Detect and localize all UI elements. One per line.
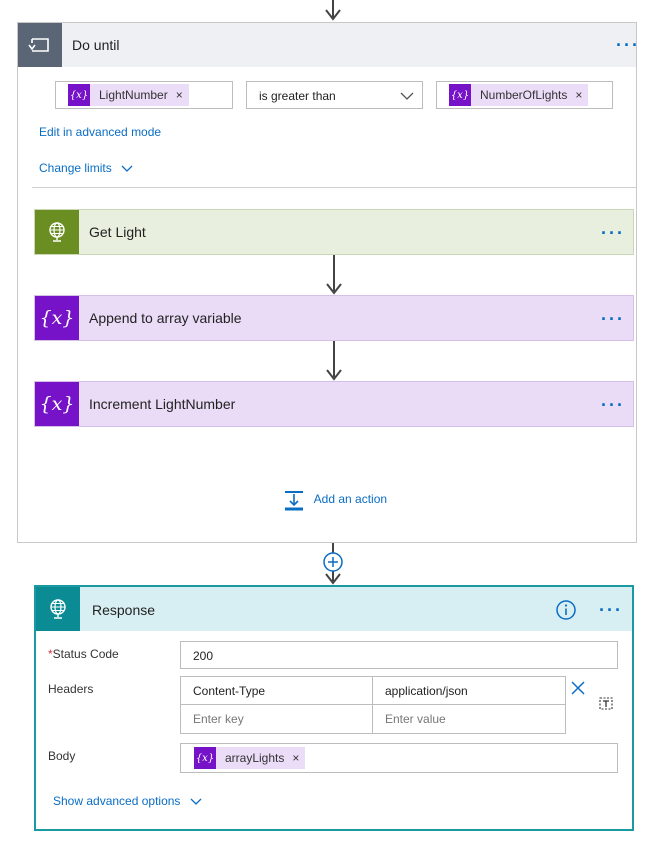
header-key-input[interactable]: Content-Type: [181, 677, 373, 705]
insert-step-icon[interactable]: [322, 551, 344, 573]
action-title: Get Light: [89, 224, 146, 240]
divider: [32, 187, 636, 188]
condition-right-field[interactable]: {x} NumberOfLights ×: [436, 81, 613, 109]
variable-token[interactable]: {x} NumberOfLights ×: [449, 84, 589, 106]
response-action: Response ··· *Status Code 200 Headers Co…: [34, 585, 634, 831]
token-label: LightNumber: [99, 88, 168, 102]
loop-icon: [18, 23, 62, 67]
action-get-light[interactable]: Get Light ···: [34, 209, 634, 255]
edit-advanced-mode-link[interactable]: Edit in advanced mode: [39, 125, 161, 139]
status-code-label: *Status Code: [48, 647, 119, 661]
variable-icon: {x}: [68, 84, 90, 106]
chevron-down-icon: [121, 165, 133, 172]
condition-left-field[interactable]: {x} LightNumber ×: [55, 81, 233, 109]
header-key-empty-input[interactable]: Enter key: [181, 705, 373, 733]
more-options-icon[interactable]: ···: [599, 601, 623, 619]
do-until-loop: Do until ··· {x} LightNumber × is greate…: [17, 22, 638, 543]
more-options-icon[interactable]: ···: [616, 36, 640, 54]
add-action-icon: [285, 491, 303, 511]
condition-operator-select[interactable]: is greater than: [246, 81, 423, 109]
arrow-down-icon: [325, 573, 341, 585]
more-options-icon[interactable]: ···: [601, 224, 625, 242]
action-increment-lightnumber[interactable]: {x} Increment LightNumber ···: [34, 381, 634, 427]
body-label: Body: [48, 749, 76, 763]
show-advanced-options-label: Show advanced options: [53, 794, 181, 808]
token-label: arrayLights: [225, 751, 285, 765]
more-options-icon[interactable]: ···: [601, 310, 625, 328]
header-value-input[interactable]: application/json: [373, 677, 565, 705]
delete-header-icon[interactable]: [571, 681, 585, 695]
header-value-placeholder: Enter value: [385, 712, 446, 726]
remove-token-icon[interactable]: ×: [575, 88, 582, 102]
variable-icon: {x}: [35, 382, 79, 426]
arrow-down-icon: [326, 283, 342, 295]
variable-icon: {x}: [35, 296, 79, 340]
do-until-header[interactable]: Do until ···: [18, 23, 638, 67]
response-header[interactable]: Response ···: [36, 587, 632, 631]
add-action-label: Add an action: [313, 492, 388, 507]
body-input[interactable]: {x} arrayLights ×: [180, 743, 618, 773]
variable-token[interactable]: {x} arrayLights ×: [194, 747, 306, 769]
remove-token-icon[interactable]: ×: [292, 751, 299, 765]
header-value-empty-input[interactable]: Enter value: [373, 705, 565, 733]
header-key-value: Content-Type: [193, 684, 266, 698]
response-globe-icon: [36, 587, 80, 631]
status-code-input[interactable]: 200: [180, 641, 618, 669]
operator-value: is greater than: [259, 89, 336, 103]
action-title: Append to array variable: [89, 310, 242, 326]
change-limits-label: Change limits: [39, 161, 112, 175]
header-value-value: application/json: [385, 684, 468, 698]
do-until-title: Do until: [72, 37, 120, 53]
arrow-down-icon: [325, 9, 341, 21]
change-limits-link[interactable]: Change limits: [39, 161, 133, 175]
headers-table: Content-Type application/json Enter key …: [180, 676, 566, 734]
switch-to-text-mode-icon[interactable]: [598, 695, 614, 711]
chevron-down-icon: [400, 92, 414, 100]
status-code-value: 200: [193, 649, 214, 663]
chevron-down-icon: [190, 798, 202, 805]
headers-label: Headers: [48, 682, 94, 696]
token-label: NumberOfLights: [480, 88, 568, 102]
show-advanced-options-link[interactable]: Show advanced options: [53, 794, 202, 808]
response-title: Response: [92, 602, 156, 618]
variable-icon: {x}: [449, 84, 471, 106]
status-code-label-text: Status Code: [52, 647, 119, 661]
action-title: Increment LightNumber: [89, 396, 236, 412]
http-globe-icon: [35, 210, 79, 254]
header-key-placeholder: Enter key: [193, 712, 244, 726]
variable-token[interactable]: {x} LightNumber ×: [68, 84, 189, 106]
add-action-button[interactable]: Add an action: [283, 489, 387, 511]
more-options-icon[interactable]: ···: [601, 396, 625, 414]
variable-icon: {x}: [194, 747, 216, 769]
remove-token-icon[interactable]: ×: [176, 88, 183, 102]
arrow-down-icon: [326, 369, 342, 381]
action-append-to-array-variable[interactable]: {x} Append to array variable ···: [34, 295, 634, 341]
info-icon[interactable]: [555, 599, 577, 621]
